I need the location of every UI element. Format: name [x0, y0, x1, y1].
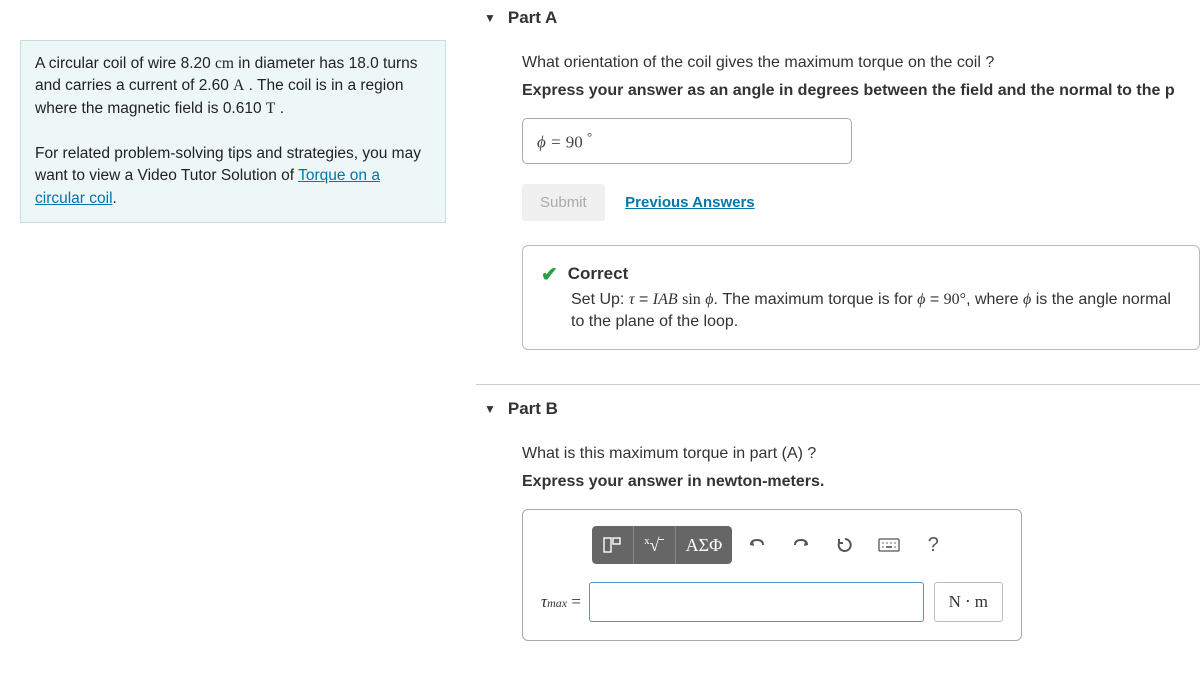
problem-statement: A circular coil of wire 8.20 cm in diame… [20, 40, 446, 223]
problem-text: A circular coil of wire 8.20 cm in diame… [35, 55, 418, 117]
radical-fraction-icon[interactable]: x√ [634, 526, 676, 564]
part-b-question: What is this maximum torque in part (A) … [522, 445, 1200, 463]
part-a-instruction: Express your answer as an angle in degre… [522, 82, 1200, 100]
answer-unit: ° [587, 129, 592, 144]
greek-letters-button[interactable]: ΑΣΦ [676, 526, 733, 564]
caret-down-icon: ▼ [484, 402, 496, 416]
submit-button[interactable]: Submit [522, 184, 605, 221]
answer-value: 90 [566, 133, 583, 152]
feedback-box: ✔ Correct Set Up: τ = IAB sin ϕ. The max… [522, 245, 1200, 351]
answer-prefix: ϕ = [537, 133, 566, 152]
equation-toolbar: x√ ΑΣΦ [592, 526, 953, 564]
part-b-instruction: Express your answer in newton-meters. [522, 473, 1200, 491]
part-a-answer-display: ϕ = 90 ° [522, 118, 852, 164]
keyboard-icon[interactable] [870, 526, 908, 564]
part-b-header[interactable]: ▼ Part B [476, 391, 1200, 427]
help-button[interactable]: ? [914, 526, 952, 564]
reset-icon[interactable] [826, 526, 864, 564]
answer-input-panel: x√ ΑΣΦ [522, 509, 1022, 641]
feedback-title: Correct [568, 264, 628, 284]
variable-label: τmax = [541, 592, 581, 612]
part-a-question: What orientation of the coil gives the m… [522, 54, 1200, 72]
previous-answers-link[interactable]: Previous Answers [625, 194, 755, 211]
related-suffix: . [113, 190, 117, 207]
part-b-title: Part B [508, 399, 558, 419]
part-a-header[interactable]: ▼ Part A [476, 0, 1200, 36]
check-icon: ✔ [541, 262, 558, 287]
caret-down-icon: ▼ [484, 11, 496, 25]
feedback-body: Set Up: τ = IAB sin ϕ. The maximum torqu… [571, 287, 1181, 334]
answer-input[interactable] [589, 582, 924, 622]
templates-icon[interactable] [592, 526, 634, 564]
redo-icon[interactable] [782, 526, 820, 564]
undo-icon[interactable] [738, 526, 776, 564]
unit-label: N ⋅ m [934, 582, 1003, 622]
part-a-title: Part A [508, 8, 557, 28]
